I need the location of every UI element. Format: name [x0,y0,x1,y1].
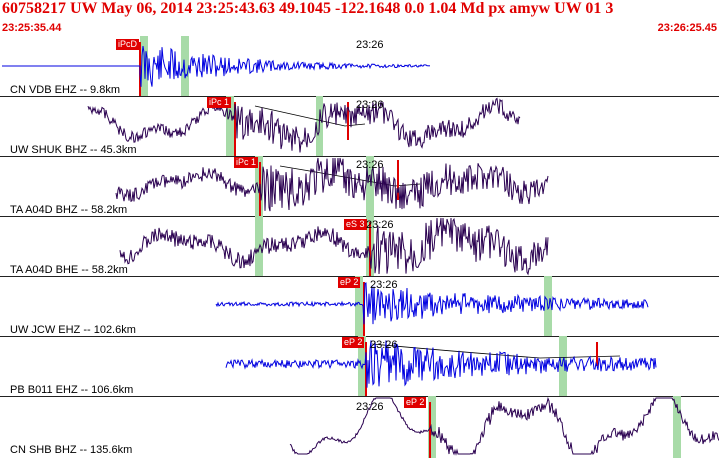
channel-label: CN VDB EHZ -- 9.8km [10,84,121,96]
pick-flag[interactable]: eP 2 [404,397,427,408]
seismic-trace [119,217,549,276]
pick-flag[interactable]: eP 2 [338,277,361,288]
seismogram-panels: iPcD 23:26 CN VDB EHZ -- 9.8km iPc 1 23:… [0,36,719,458]
pick-flag[interactable]: iPcD [116,39,140,50]
seismic-trace [2,46,431,87]
seismic-trace [225,340,657,388]
channel-label: TA A04D BHZ -- 58.2km [10,204,128,216]
trace-panel-7[interactable]: eP 2 23:26 CN SHB BHZ -- 135.6km [0,396,719,458]
time-tick: 23:26 [356,39,384,51]
seismic-trace [289,396,719,456]
pick-flag[interactable]: eP 2 [342,337,365,348]
trace-panel-4[interactable]: eS 3 23:26 TA A04D BHE -- 58.2km [0,216,719,277]
channel-label: TA A04D BHE -- 58.2km [10,264,128,276]
time-tick: 23:26 [366,219,394,231]
time-tick: 23:26 [370,339,398,351]
trace-panel-5[interactable]: eP 2 23:26 UW JCW EHZ -- 102.6km [0,276,719,337]
channel-label: UW JCW EHZ -- 102.6km [10,324,136,336]
pick-flag[interactable]: iPc 1 [234,157,259,168]
seismic-trace [115,157,549,212]
trace-panel-3[interactable]: iPc 1 23:26 TA A04D BHZ -- 58.2km [0,156,719,217]
seismic-trace [215,282,649,325]
channel-label: CN SHB BHZ -- 135.6km [10,444,133,456]
start-time: 23:25:35.44 [2,22,62,34]
time-tick: 23:26 [370,279,398,291]
window-band [255,216,263,276]
time-tick: 23:26 [356,159,384,171]
pick-flag[interactable]: iPc 1 [207,97,232,108]
seismic-trace [87,97,521,153]
trace-panel-6[interactable]: eP 2 23:26 PB B011 EHZ -- 106.6km [0,336,719,397]
window-band [181,36,189,96]
channel-label: PB B011 EHZ -- 106.6km [10,384,134,396]
travel-curve [371,343,621,359]
channel-label: UW SHUK BHZ -- 45.3km [10,144,137,156]
time-tick: 23:26 [356,401,384,413]
end-time: 23:26:25.45 [657,22,717,34]
pick-flag[interactable]: eS 3 [344,219,367,230]
trace-panel-1[interactable]: iPcD 23:26 CN VDB EHZ -- 9.8km [0,36,719,97]
time-tick: 23:26 [356,99,384,111]
trace-panel-2[interactable]: iPc 1 23:26 UW SHUK BHZ -- 45.3km [0,96,719,157]
event-title: 60758217 UW May 06, 2014 23:25:43.63 49.… [2,0,614,17]
